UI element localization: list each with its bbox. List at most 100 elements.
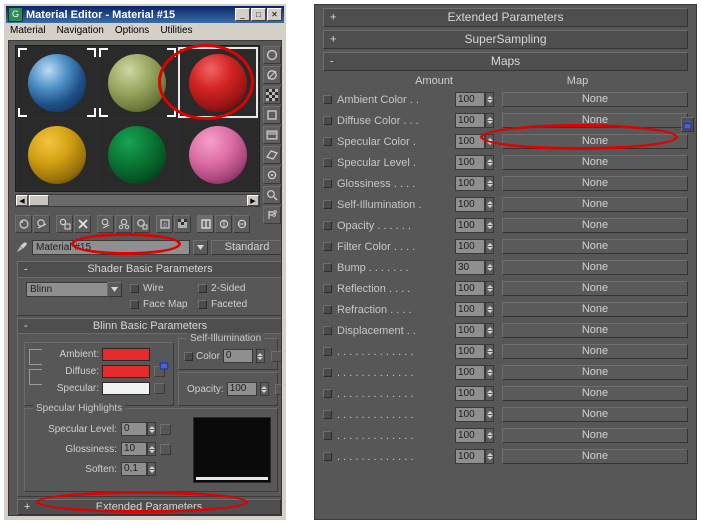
show-map-in-viewport-icon[interactable] bbox=[174, 215, 191, 233]
map-enable-checkbox[interactable] bbox=[323, 263, 332, 272]
map-amount-field[interactable]: 100 bbox=[455, 449, 485, 464]
rollout-supersampling[interactable]: + SuperSampling bbox=[323, 30, 688, 49]
material-effects-channel-icon[interactable]: 0 bbox=[156, 215, 173, 233]
specular-color-swatch[interactable] bbox=[102, 382, 150, 395]
material-type-button[interactable]: Standard bbox=[211, 239, 281, 255]
map-enable-checkbox[interactable] bbox=[323, 158, 332, 167]
rollout-blinn-basic-parameters[interactable]: - Blinn Basic Parameters bbox=[17, 318, 281, 334]
map-amount-spinner[interactable] bbox=[485, 386, 494, 401]
diffuse-specular-lock-icon[interactable] bbox=[29, 369, 42, 385]
soften-spinner[interactable] bbox=[147, 462, 156, 476]
map-amount-field[interactable]: 100 bbox=[455, 323, 485, 338]
self-illumination-map-shortcut-button[interactable] bbox=[270, 350, 281, 362]
map-enable-checkbox[interactable] bbox=[323, 221, 332, 230]
lock-icon[interactable] bbox=[681, 117, 694, 132]
ambient-color-swatch[interactable] bbox=[102, 348, 150, 361]
map-slot-button[interactable]: None bbox=[502, 407, 688, 422]
sample-slot[interactable] bbox=[97, 119, 178, 190]
map-slot-button[interactable]: None bbox=[502, 365, 688, 380]
rollout-shader-basic-parameters[interactable]: - Shader Basic Parameters bbox=[17, 261, 281, 278]
select-by-material-icon[interactable] bbox=[263, 186, 281, 204]
self-illumination-spinner[interactable] bbox=[255, 349, 265, 363]
map-amount-field[interactable]: 100 bbox=[455, 176, 485, 191]
checkbox-box[interactable] bbox=[198, 300, 207, 309]
glossiness-spinner[interactable] bbox=[147, 442, 156, 456]
map-enable-checkbox[interactable] bbox=[323, 431, 332, 440]
map-slot-button[interactable]: None bbox=[502, 197, 688, 212]
map-amount-field[interactable]: 100 bbox=[455, 428, 485, 443]
map-slot-button[interactable]: None bbox=[502, 218, 688, 233]
minimize-button[interactable]: _ bbox=[235, 8, 250, 21]
specular-level-field[interactable]: 0 bbox=[121, 422, 147, 436]
map-slot-button[interactable]: None bbox=[502, 323, 688, 338]
map-amount-field[interactable]: 100 bbox=[455, 365, 485, 380]
map-amount-spinner[interactable] bbox=[485, 92, 494, 107]
opacity-value-field[interactable]: 100 bbox=[226, 382, 257, 396]
map-slot-button[interactable]: None bbox=[502, 134, 688, 149]
map-amount-field[interactable]: 100 bbox=[455, 197, 485, 212]
map-amount-spinner[interactable] bbox=[485, 449, 494, 464]
make-unique-icon[interactable] bbox=[115, 215, 132, 233]
map-amount-spinner[interactable] bbox=[485, 281, 494, 296]
rollout-maps[interactable]: - Maps bbox=[323, 52, 688, 71]
map-enable-checkbox[interactable] bbox=[323, 137, 332, 146]
map-amount-field[interactable]: 100 bbox=[455, 92, 485, 107]
chevron-down-icon[interactable] bbox=[193, 239, 208, 255]
glossiness-map-shortcut-button[interactable] bbox=[160, 443, 171, 455]
sample-slot[interactable] bbox=[178, 119, 258, 190]
assign-material-icon[interactable] bbox=[56, 215, 73, 233]
checkbox-box[interactable] bbox=[130, 300, 139, 309]
map-amount-spinner[interactable] bbox=[485, 365, 494, 380]
map-amount-spinner[interactable] bbox=[485, 239, 494, 254]
checkbox-wire[interactable]: Wire bbox=[130, 283, 164, 294]
menu-item-material[interactable]: Material bbox=[10, 25, 46, 36]
specular-map-shortcut-button[interactable] bbox=[154, 383, 165, 394]
specular-level-spinner[interactable] bbox=[147, 422, 156, 436]
specular-level-map-shortcut-button[interactable] bbox=[160, 423, 171, 435]
map-amount-spinner[interactable] bbox=[485, 218, 494, 233]
map-enable-checkbox[interactable] bbox=[323, 242, 332, 251]
shader-type-dropdown[interactable]: Blinn bbox=[26, 282, 122, 297]
map-enable-checkbox[interactable] bbox=[323, 200, 332, 209]
map-amount-field[interactable]: 100 bbox=[455, 134, 485, 149]
map-amount-field[interactable]: 100 bbox=[455, 155, 485, 170]
map-amount-spinner[interactable] bbox=[485, 302, 494, 317]
sample-slot[interactable] bbox=[17, 47, 97, 118]
map-slot-button[interactable]: None bbox=[502, 92, 688, 107]
checkbox-2-sided[interactable]: 2-Sided bbox=[198, 283, 245, 294]
eyedropper-icon[interactable] bbox=[15, 240, 29, 255]
map-slot-button[interactable]: None bbox=[502, 155, 688, 170]
map-amount-spinner[interactable] bbox=[485, 155, 494, 170]
checkbox-face-map[interactable]: Face Map bbox=[130, 299, 187, 310]
opacity-spinner[interactable] bbox=[259, 382, 269, 396]
map-slot-button[interactable]: None bbox=[502, 302, 688, 317]
map-enable-checkbox[interactable] bbox=[323, 389, 332, 398]
map-slot-button[interactable]: None bbox=[502, 260, 688, 275]
get-material-icon[interactable] bbox=[15, 215, 32, 233]
map-enable-checkbox[interactable] bbox=[323, 452, 332, 461]
put-material-to-scene-icon[interactable] bbox=[33, 215, 50, 233]
map-amount-field[interactable]: 100 bbox=[455, 344, 485, 359]
map-enable-checkbox[interactable] bbox=[323, 95, 332, 104]
put-to-library-icon[interactable] bbox=[133, 215, 150, 233]
maximize-button[interactable]: □ bbox=[251, 8, 266, 21]
map-amount-field[interactable]: 100 bbox=[455, 113, 485, 128]
map-amount-field[interactable]: 30 bbox=[455, 260, 485, 275]
map-amount-field[interactable]: 100 bbox=[455, 239, 485, 254]
map-enable-checkbox[interactable] bbox=[323, 116, 332, 125]
material-name-field[interactable]: Material #15 bbox=[32, 239, 190, 255]
map-amount-spinner[interactable] bbox=[485, 197, 494, 212]
sample-slot[interactable] bbox=[17, 119, 97, 190]
map-amount-spinner[interactable] bbox=[485, 260, 494, 275]
map-amount-field[interactable]: 100 bbox=[455, 302, 485, 317]
map-enable-checkbox[interactable] bbox=[323, 284, 332, 293]
scrollbar-thumb[interactable] bbox=[29, 195, 49, 206]
map-enable-checkbox[interactable] bbox=[323, 179, 332, 188]
map-slot-button[interactable]: None bbox=[502, 344, 688, 359]
map-slot-button[interactable]: None bbox=[502, 239, 688, 254]
ambient-diffuse-lock-icon[interactable] bbox=[29, 349, 42, 365]
go-forward-to-sibling-icon[interactable] bbox=[233, 215, 250, 233]
map-slot-button[interactable]: None bbox=[502, 386, 688, 401]
sample-slots-scrollbar[interactable]: ◀ ▶ bbox=[15, 194, 260, 207]
go-to-parent-icon[interactable] bbox=[215, 215, 232, 233]
